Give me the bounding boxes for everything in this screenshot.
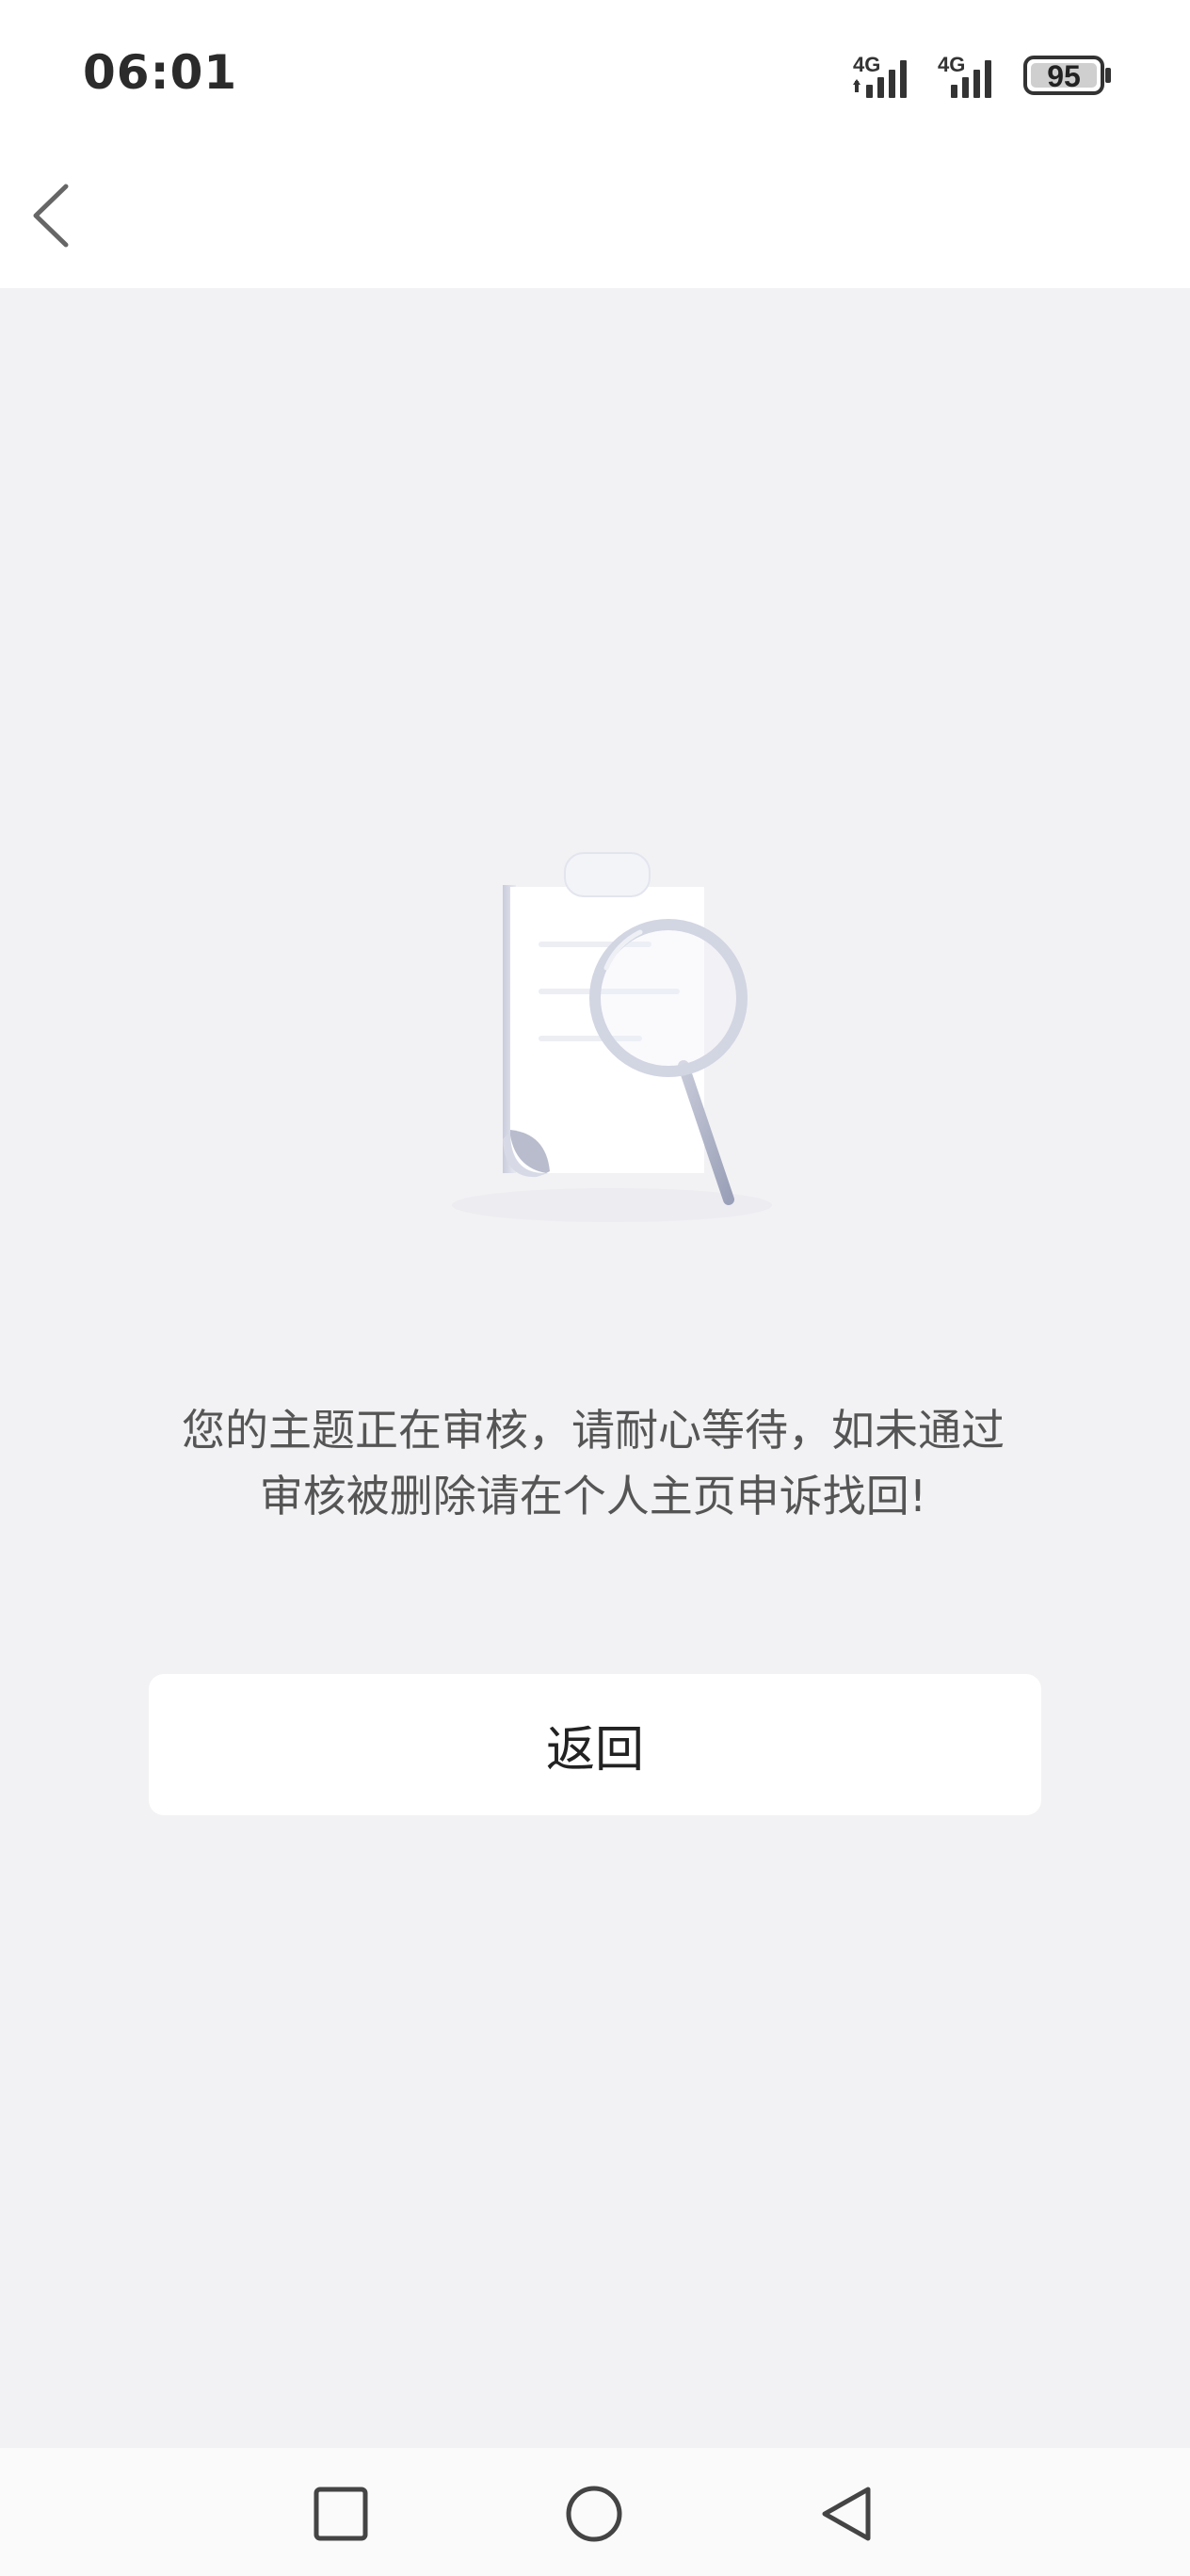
system-nav-bar — [0, 2448, 1190, 2576]
status-icons: 4G 4G 95 — [853, 49, 1113, 102]
signal-icon: 4G — [853, 53, 907, 98]
triangle-back-icon[interactable] — [810, 2476, 885, 2552]
return-button-label: 返回 — [545, 1721, 644, 1779]
chevron-left-icon[interactable] — [23, 173, 88, 258]
circle-icon[interactable] — [556, 2476, 632, 2552]
signal-2-label: 4G — [938, 53, 965, 76]
signal-1-label: 4G — [853, 53, 880, 76]
battery-icon: 95 — [1023, 56, 1111, 95]
return-button[interactable]: 返回 — [149, 1674, 1041, 1815]
battery-level: 95 — [1047, 59, 1081, 93]
square-icon[interactable] — [303, 2476, 378, 2552]
status-time: 06:01 — [83, 45, 238, 100]
status-bar: 06:01 4G 4G 95 — [0, 0, 1190, 151]
document-review-magnifier-icon — [405, 546, 819, 1262]
app-bar — [0, 151, 1190, 288]
review-pending-message: 您的主题正在审核，请耐心等待，如未通过审核被删除请在个人主页申诉找回! — [182, 1405, 1005, 1521]
signal-icon: 4G — [938, 53, 991, 98]
